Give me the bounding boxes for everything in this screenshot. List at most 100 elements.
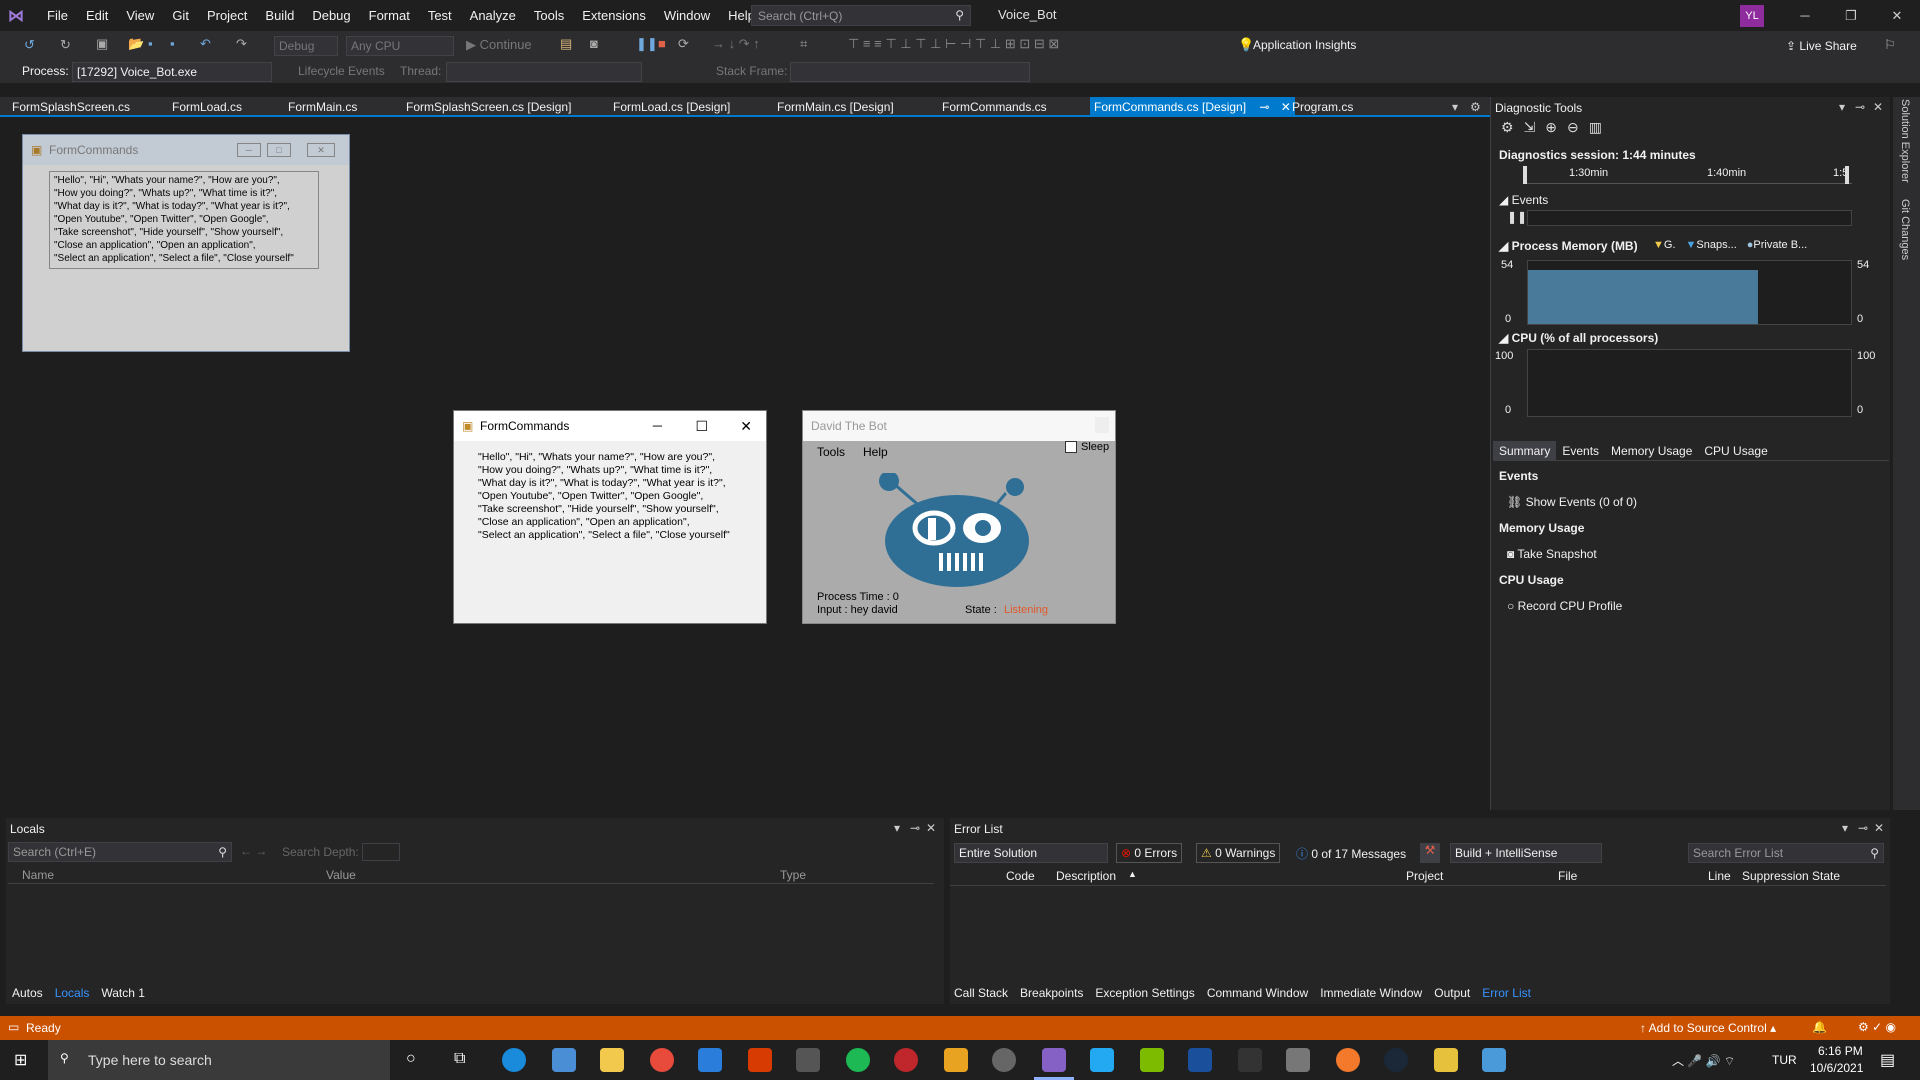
errors-filter-button[interactable]: ⊗ 0 Errors bbox=[1116, 843, 1183, 863]
git-changes-tab[interactable]: Git Changes bbox=[1899, 199, 1911, 260]
language-indicator[interactable]: TUR bbox=[1772, 1053, 1797, 1067]
locals-back-icon[interactable]: ← → bbox=[240, 844, 267, 858]
tab-close-icon[interactable]: ✕ bbox=[1281, 100, 1291, 114]
tab-memory-usage[interactable]: Memory Usage bbox=[1605, 441, 1698, 461]
menu-build[interactable]: Build bbox=[256, 0, 303, 31]
redo-icon[interactable]: ↷ bbox=[236, 36, 247, 52]
restart-icon[interactable]: ⟳ bbox=[678, 36, 689, 52]
build-source-select[interactable]: Build + IntelliSense bbox=[1450, 843, 1602, 863]
tab-formsplashscreen-design[interactable]: FormSplashScreen.cs [Design] bbox=[406, 97, 571, 117]
tab-settings-icon[interactable]: ⚙ bbox=[1470, 97, 1481, 117]
menu-debug[interactable]: Debug bbox=[303, 0, 359, 31]
cpu-graph[interactable] bbox=[1527, 349, 1852, 417]
memory-section[interactable]: ◢ Process Memory (MB) bbox=[1499, 239, 1638, 253]
tab-watch1[interactable]: Watch 1 bbox=[101, 986, 145, 1000]
steam-icon[interactable] bbox=[1384, 1048, 1408, 1072]
menu-view[interactable]: View bbox=[117, 0, 163, 31]
notification-center-icon[interactable]: ▤ bbox=[1880, 1050, 1895, 1070]
menu-tools[interactable]: Tools bbox=[525, 0, 573, 31]
timeline-start-handle[interactable] bbox=[1523, 166, 1527, 184]
col-value[interactable]: Value bbox=[326, 868, 356, 882]
tab-breakpoints[interactable]: Breakpoints bbox=[1020, 986, 1083, 1000]
minimize-button[interactable]: ─ bbox=[1782, 0, 1828, 31]
events-pause-icon[interactable]: ❚❚ bbox=[1507, 210, 1527, 224]
app-8-icon[interactable] bbox=[1434, 1048, 1458, 1072]
hex-icon[interactable]: ⌗ bbox=[800, 36, 807, 52]
col-code[interactable]: Code bbox=[1006, 869, 1035, 883]
tab-error-list[interactable]: Error List bbox=[1482, 986, 1531, 1000]
app-7-icon[interactable] bbox=[1238, 1048, 1262, 1072]
col-file[interactable]: File bbox=[1558, 869, 1577, 883]
menu-file[interactable]: File bbox=[38, 0, 77, 31]
col-suppression-state[interactable]: Suppression State bbox=[1742, 869, 1840, 883]
notifications-icon[interactable]: 🔔 bbox=[1812, 1020, 1827, 1034]
bot-window[interactable]: David The Bot Tools Help Sleep Process T… bbox=[802, 410, 1116, 624]
tab-autos[interactable]: Autos bbox=[12, 986, 43, 1000]
lifecycle-events-button[interactable]: Lifecycle Events bbox=[298, 64, 385, 78]
diag-settings-icon[interactable]: ⚙ bbox=[1501, 119, 1514, 136]
bot-close-button[interactable] bbox=[1095, 417, 1109, 433]
tab-formmain-cs[interactable]: FormMain.cs bbox=[288, 97, 357, 117]
sleep-checkbox-box[interactable] bbox=[1065, 441, 1077, 453]
tab-output[interactable]: Output bbox=[1434, 986, 1470, 1000]
edge-icon[interactable] bbox=[502, 1048, 526, 1072]
undo-icon[interactable]: ↶ bbox=[200, 36, 211, 52]
stack-frame-select[interactable] bbox=[790, 62, 1030, 82]
messages-filter-button[interactable]: ⓘ 0 of 17 Messages bbox=[1292, 843, 1410, 863]
diag-close-icon[interactable]: ✕ bbox=[1873, 100, 1883, 114]
reset-zoom-icon[interactable]: ▥ bbox=[1589, 119, 1602, 136]
office-icon[interactable] bbox=[748, 1048, 772, 1072]
menu-extensions[interactable]: Extensions bbox=[573, 0, 655, 31]
platform-select[interactable]: Any CPU bbox=[346, 36, 454, 56]
align-tools-icon[interactable]: ⊤ ≡ ≡ ⊤ ⊥ ⊤ ⊥ ⊢ ⊣ ⊤ ⊥ ⊞ ⊡ ⊟ ⊠ bbox=[848, 36, 1059, 52]
back-icon[interactable]: ↺ bbox=[24, 37, 35, 53]
new-project-icon[interactable]: ▣ bbox=[96, 36, 108, 52]
gimp-icon[interactable] bbox=[1286, 1048, 1310, 1072]
memory-graph[interactable] bbox=[1527, 260, 1852, 325]
app-6-icon[interactable] bbox=[1188, 1048, 1212, 1072]
search-depth-select[interactable] bbox=[362, 843, 400, 861]
sleep-checkbox[interactable]: Sleep bbox=[1065, 441, 1109, 453]
app-insights-button[interactable]: Application Insights bbox=[1253, 38, 1356, 52]
spotify-icon[interactable] bbox=[846, 1048, 870, 1072]
warnings-filter-button[interactable]: ⚠ 0 Warnings bbox=[1196, 843, 1281, 863]
task-view-icon[interactable]: ⧉ bbox=[454, 1050, 465, 1068]
app-3-icon[interactable] bbox=[894, 1048, 918, 1072]
events-section[interactable]: ◢ Events bbox=[1499, 193, 1548, 207]
diag-dropdown-icon[interactable]: ▾ bbox=[1839, 100, 1845, 114]
tab-command-window[interactable]: Command Window bbox=[1207, 986, 1308, 1000]
save-icon[interactable]: ▪ bbox=[148, 36, 153, 51]
col-description[interactable]: Description bbox=[1056, 869, 1116, 883]
menu-format[interactable]: Format bbox=[360, 0, 419, 31]
errlist-close-icon[interactable]: ✕ bbox=[1874, 821, 1884, 835]
tab-immediate-window[interactable]: Immediate Window bbox=[1320, 986, 1422, 1000]
visual-studio-icon[interactable] bbox=[1042, 1048, 1066, 1072]
hot-reload-icon[interactable]: ⚙ ✓ ◉ bbox=[1858, 1020, 1896, 1034]
pause-icon[interactable]: ❚❚ bbox=[636, 36, 658, 52]
scope-select[interactable]: Entire Solution bbox=[954, 843, 1108, 863]
tab-formsplashscreen-cs[interactable]: FormSplashScreen.cs bbox=[12, 97, 130, 117]
design-form[interactable]: ▣ FormCommands ─ □ ✕ "Hello", "Hi", "Wha… bbox=[22, 134, 350, 352]
app-2-icon[interactable] bbox=[796, 1048, 820, 1072]
cpu-section[interactable]: ◢ CPU (% of all processors) bbox=[1499, 331, 1658, 345]
app-icon[interactable] bbox=[552, 1048, 576, 1072]
feedback-icon[interactable]: ⚐ bbox=[1884, 37, 1896, 53]
timeline-end-handle[interactable] bbox=[1845, 166, 1849, 184]
tab-events[interactable]: Events bbox=[1556, 441, 1605, 461]
close-button[interactable]: ✕ bbox=[1874, 0, 1920, 31]
user-avatar[interactable]: YL bbox=[1740, 5, 1764, 27]
menu-project[interactable]: Project bbox=[198, 0, 256, 31]
tab-formcommands-design[interactable]: FormCommands.cs [Design] ⊸ ✕ bbox=[1090, 97, 1295, 117]
bot-menu-help[interactable]: Help bbox=[863, 445, 888, 459]
restore-button[interactable]: ❐ bbox=[1828, 0, 1874, 31]
tab-formcommands-cs[interactable]: FormCommands.cs bbox=[942, 97, 1047, 117]
continue-button[interactable]: ▶ Continue bbox=[466, 37, 532, 53]
tab-cpu-usage[interactable]: CPU Usage bbox=[1698, 441, 1773, 461]
design-commands-label[interactable]: "Hello", "Hi", "Whats your name?", "How … bbox=[49, 171, 319, 269]
record-cpu-profile-button[interactable]: ○ Record CPU Profile bbox=[1507, 599, 1622, 613]
col-project[interactable]: Project bbox=[1406, 869, 1443, 883]
tab-overflow-icon[interactable]: ▾ bbox=[1452, 97, 1458, 117]
running-app-icon[interactable] bbox=[1482, 1048, 1506, 1072]
pin-icon[interactable]: ⊸ bbox=[1259, 100, 1269, 114]
tab-locals[interactable]: Locals bbox=[55, 986, 90, 1000]
